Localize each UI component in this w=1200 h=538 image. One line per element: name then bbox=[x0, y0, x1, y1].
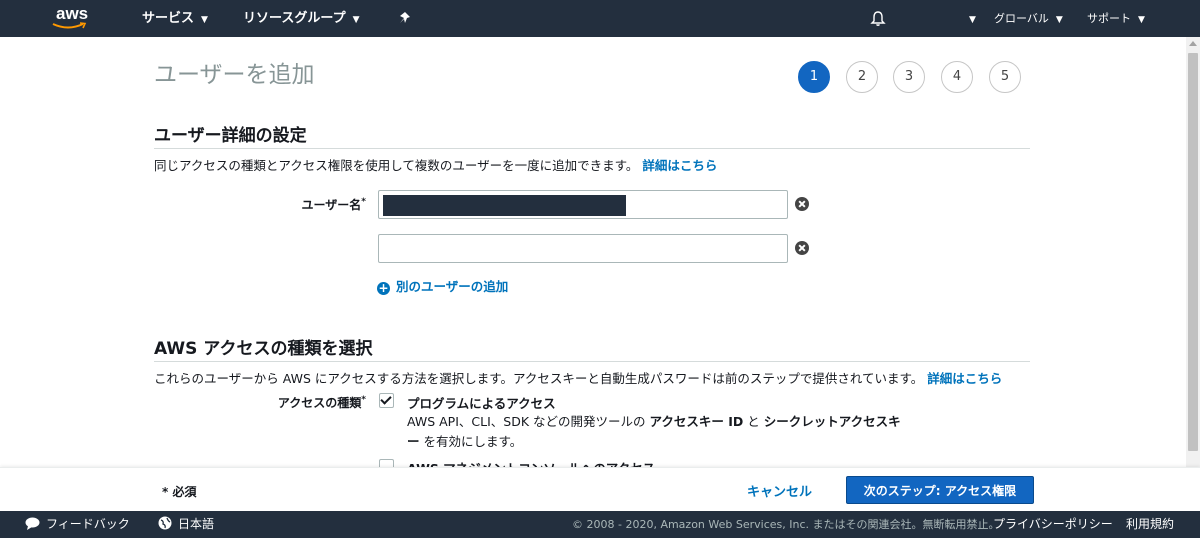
access-type-label-text: アクセスの種類 bbox=[277, 396, 362, 410]
desc-access-key: アクセスキー ID bbox=[649, 414, 744, 429]
access-type-label: アクセスの種類* bbox=[260, 394, 366, 411]
username-input-2[interactable] bbox=[378, 234, 788, 263]
copyright-text: © 2008 - 2020, Amazon Web Services, Inc.… bbox=[572, 518, 1000, 531]
checkmark-icon bbox=[380, 393, 392, 405]
feedback-link[interactable]: フィードバック bbox=[25, 511, 130, 538]
user-details-description: 同じアクセスの種類とアクセス権限を使用して複数のユーザーを一度に追加できます。 … bbox=[154, 155, 717, 174]
chevron-down-icon: ▼ bbox=[969, 15, 976, 25]
account-menu[interactable]: ▼ bbox=[962, 0, 976, 37]
plus-circle-icon: + bbox=[377, 281, 390, 295]
section-divider bbox=[154, 148, 1030, 149]
scroll-up-arrow-icon[interactable] bbox=[1189, 41, 1197, 46]
add-user-label: 別のユーザーの追加 bbox=[396, 279, 509, 294]
step-2[interactable]: 2 bbox=[846, 61, 878, 93]
required-note: * 必須 bbox=[162, 485, 197, 499]
pin-icon[interactable] bbox=[398, 11, 412, 25]
programmatic-access-label[interactable]: プログラムによるアクセス bbox=[407, 393, 556, 412]
next-step-button[interactable]: 次のステップ: アクセス権限 bbox=[846, 476, 1034, 504]
services-label: サービス bbox=[142, 11, 195, 26]
terms-link[interactable]: 利用規約 bbox=[1126, 511, 1174, 538]
redacted-username bbox=[383, 195, 626, 216]
region-label: グローバル bbox=[994, 12, 1049, 25]
add-another-user-button[interactable]: + 別のユーザーの追加 bbox=[377, 276, 508, 295]
wizard-footer: * 必須 キャンセル 次のステップ: アクセス権限 bbox=[0, 467, 1200, 511]
access-type-heading: AWS アクセスの種類を選択 bbox=[154, 339, 373, 359]
feedback-label: フィードバック bbox=[46, 517, 130, 531]
access-type-description: これらのユーザーから AWS にアクセスする方法を選択します。アクセスキーと自動… bbox=[154, 368, 1002, 387]
username-label-text: ユーザー名 bbox=[301, 198, 362, 212]
username-label: ユーザー名* bbox=[290, 196, 366, 213]
desc-part: を有効にします。 bbox=[423, 434, 523, 449]
bell-icon[interactable] bbox=[870, 10, 886, 27]
learn-more-link[interactable]: 詳細はこちら bbox=[927, 371, 1002, 386]
section-divider bbox=[154, 361, 1030, 362]
chevron-down-icon: ▼ bbox=[201, 15, 208, 25]
remove-user-2-icon[interactable] bbox=[795, 241, 809, 255]
user-details-description-text: 同じアクセスの種類とアクセス権限を使用して複数のユーザーを一度に追加できます。 bbox=[154, 158, 639, 173]
chevron-down-icon: ▼ bbox=[1055, 15, 1063, 25]
language-label: 日本語 bbox=[178, 517, 215, 531]
desc-part: と bbox=[747, 414, 760, 429]
console-footer: フィードバック 日本語 © 2008 - 2020, Amazon Web Se… bbox=[0, 511, 1200, 538]
page-title: ユーザーを追加 bbox=[154, 62, 315, 88]
vertical-scrollbar[interactable] bbox=[1186, 37, 1200, 467]
username-input-1[interactable] bbox=[378, 190, 788, 219]
globe-icon bbox=[158, 516, 172, 530]
required-asterisk: * bbox=[361, 395, 366, 405]
chevron-down-icon: ▼ bbox=[1138, 15, 1145, 25]
programmatic-access-description: AWS API、CLI、SDK などの開発ツールの アクセスキー ID と シー… bbox=[407, 412, 907, 452]
programmatic-access-checkbox[interactable] bbox=[379, 393, 394, 408]
cancel-button[interactable]: キャンセル bbox=[747, 481, 812, 500]
scrollbar-thumb[interactable] bbox=[1188, 53, 1198, 451]
region-menu[interactable]: グローバル ▼ bbox=[994, 0, 1063, 37]
aws-logo-text: aws bbox=[56, 4, 89, 23]
desc-part: AWS API、CLI、SDK などの開発ツールの bbox=[407, 414, 646, 429]
support-label: サポート bbox=[1087, 12, 1131, 25]
step-5[interactable]: 5 bbox=[989, 61, 1021, 93]
aws-smile-icon bbox=[52, 22, 87, 29]
top-navigation-bar: aws サービス ▼ リソースグループ ▼ ▼ グローバル ▼ サポート ▼ bbox=[0, 0, 1200, 37]
services-menu[interactable]: サービス ▼ bbox=[142, 0, 208, 37]
privacy-policy-link[interactable]: プライバシーポリシー bbox=[993, 511, 1113, 538]
remove-user-1-icon[interactable] bbox=[795, 197, 809, 211]
speech-bubble-icon bbox=[25, 517, 40, 530]
step-1[interactable]: 1 bbox=[798, 61, 830, 93]
support-menu[interactable]: サポート ▼ bbox=[1087, 0, 1145, 37]
required-asterisk: * bbox=[361, 197, 366, 207]
step-4[interactable]: 4 bbox=[941, 61, 973, 93]
resource-groups-label: リソースグループ bbox=[243, 11, 346, 26]
learn-more-link[interactable]: 詳細はこちら bbox=[642, 158, 717, 173]
chevron-down-icon: ▼ bbox=[352, 15, 360, 25]
user-details-heading: ユーザー詳細の設定 bbox=[154, 126, 307, 146]
aws-logo[interactable]: aws bbox=[52, 4, 98, 34]
step-3[interactable]: 3 bbox=[893, 61, 925, 93]
language-selector[interactable]: 日本語 bbox=[158, 511, 214, 538]
access-type-description-text: これらのユーザーから AWS にアクセスする方法を選択します。アクセスキーと自動… bbox=[154, 371, 924, 386]
resource-groups-menu[interactable]: リソースグループ ▼ bbox=[243, 0, 360, 37]
